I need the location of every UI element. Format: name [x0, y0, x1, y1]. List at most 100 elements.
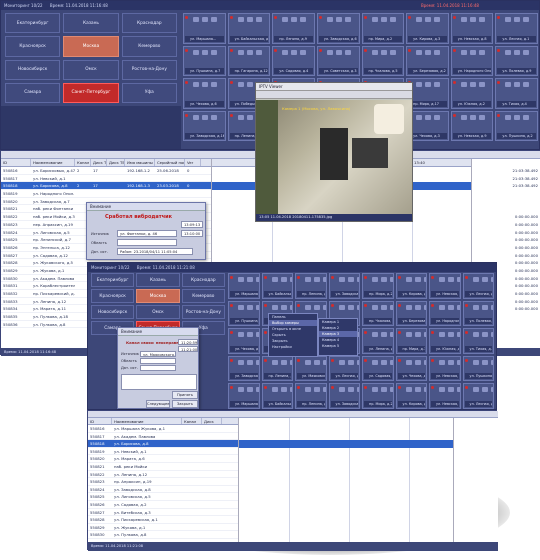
- camera-control-icon[interactable]: [439, 304, 445, 310]
- bottom-camera-tile[interactable]: ул. Лесная, д.6: [328, 355, 360, 382]
- camera-control-icon[interactable]: [457, 332, 460, 338]
- camera-control-icon[interactable]: [347, 277, 354, 282]
- camera-control-icon[interactable]: [280, 359, 287, 365]
- camera-control-icon[interactable]: [356, 304, 360, 310]
- camera-control-icon[interactable]: [390, 332, 393, 338]
- camera-control-icon[interactable]: [282, 17, 289, 22]
- camera-control-icon[interactable]: [305, 277, 311, 282]
- bottom-table-row[interactable]: 550828 ул. Пискаревская, д.1: [88, 516, 238, 524]
- submenu-item[interactable]: Камера 5: [319, 343, 357, 349]
- camera-control-icon[interactable]: [505, 114, 512, 120]
- alarm-source-field[interactable]: ул. Фонтанки, д. 46: [117, 230, 177, 237]
- top-city-button[interactable]: Москва: [63, 36, 119, 57]
- camera-control-icon[interactable]: [448, 332, 454, 338]
- camera-control-icon[interactable]: [390, 387, 393, 393]
- camera-control-icon[interactable]: [338, 387, 345, 393]
- bottom-camera-tile[interactable]: ул. Ленина, д.5: [362, 328, 394, 354]
- camera-control-icon[interactable]: [523, 17, 530, 22]
- camera-control-icon[interactable]: [338, 359, 345, 365]
- camera-control-icon[interactable]: [371, 17, 378, 22]
- camera-control-icon[interactable]: [202, 82, 208, 87]
- bottom-table-row[interactable]: 550825 ул. Лиговская, д.5: [88, 493, 238, 501]
- camera-control-icon[interactable]: [280, 277, 287, 282]
- bottom-table-row[interactable]: 550824 ул. Заводская, д.8: [88, 486, 238, 494]
- top-camera-tile[interactable]: пр. Мира, д.2: [361, 13, 405, 44]
- video-viewer-window[interactable]: IPTV Viewer Камера 1 (Москва, ул. Лавочк…: [255, 82, 413, 222]
- camera-control-icon[interactable]: [457, 359, 460, 365]
- camera-control-icon[interactable]: [405, 277, 412, 282]
- camera-control-icon[interactable]: [193, 114, 199, 120]
- bottom-camera-tile[interactable]: ул. Байкальская, д.5: [261, 383, 293, 409]
- camera-control-icon[interactable]: [271, 277, 278, 282]
- bottom-camera-tile[interactable]: ул. Березовая, д.2: [395, 300, 427, 327]
- camera-control-icon[interactable]: [469, 17, 476, 22]
- camera-control-icon[interactable]: [344, 49, 351, 55]
- top-camera-tile[interactable]: ул. Кирова, д.3: [406, 13, 449, 44]
- bottom-table-row[interactable]: 550823 пр. Апраксин, д.19: [88, 478, 238, 486]
- camera-control-icon[interactable]: [323, 304, 326, 310]
- camera-control-icon[interactable]: [405, 304, 412, 310]
- bottom-source-field[interactable]: ул. Маяковского, д.6: [140, 351, 176, 357]
- camera-control-icon[interactable]: [414, 277, 421, 282]
- camera-control-icon[interactable]: [457, 304, 460, 310]
- table-row[interactable]: 550818 ул. Борисова, д.8 2 17 192.168.1.3 23.…: [1, 182, 211, 191]
- camera-control-icon[interactable]: [347, 304, 354, 310]
- column-header[interactable]: Диск ТБ: [91, 159, 107, 166]
- camera-control-icon[interactable]: [255, 17, 262, 22]
- camera-control-icon[interactable]: [405, 332, 412, 338]
- camera-control-icon[interactable]: [347, 387, 354, 393]
- bottom-camera-tile[interactable]: ул. Пушкина, д.7: [228, 300, 260, 327]
- bottom-city-button[interactable]: Новосибирск: [91, 305, 135, 319]
- table-row[interactable]: 550816 ул. Борисковых, д.47 2 17 192.168.1.2…: [1, 167, 211, 175]
- camera-control-icon[interactable]: [238, 304, 244, 310]
- camera-control-icon[interactable]: [282, 49, 289, 55]
- bottom-camera-tile[interactable]: ул. Садовая, д.11: [362, 355, 394, 382]
- bottom-city-button[interactable]: Москва: [136, 289, 180, 303]
- camera-control-icon[interactable]: [423, 332, 427, 338]
- camera-control-icon[interactable]: [305, 387, 311, 393]
- bottom-table-row[interactable]: 550818 ул. Борисова, д.8: [88, 440, 238, 448]
- camera-control-icon[interactable]: [390, 304, 393, 310]
- top-camera-tile[interactable]: пр. Гагарина, д.12: [227, 45, 271, 76]
- camera-control-icon[interactable]: [193, 82, 199, 87]
- bottom-camera-tile[interactable]: ул. Народного Ополчения: [429, 300, 461, 327]
- camera-control-icon[interactable]: [478, 82, 485, 87]
- camera-control-icon[interactable]: [291, 17, 298, 22]
- bottom-camera-tile[interactable]: ул. Полевая, д.9: [462, 300, 494, 327]
- camera-control-icon[interactable]: [280, 304, 287, 310]
- bottom-city-button[interactable]: Казань: [136, 273, 180, 287]
- camera-control-icon[interactable]: [423, 359, 427, 365]
- camera-control-icon[interactable]: [193, 49, 199, 55]
- camera-control-icon[interactable]: [237, 114, 244, 120]
- bottom-camera-tile[interactable]: пр. Ленина, д.9: [295, 383, 327, 409]
- camera-control-icon[interactable]: [478, 17, 485, 22]
- bottom-city-button[interactable]: Ростов-на-Дону: [181, 305, 225, 319]
- camera-control-icon[interactable]: [238, 359, 244, 365]
- camera-control-icon[interactable]: [390, 359, 393, 365]
- camera-control-icon[interactable]: [425, 49, 432, 55]
- camera-control-icon[interactable]: [211, 82, 217, 87]
- camera-control-icon[interactable]: [193, 17, 199, 22]
- camera-control-icon[interactable]: [326, 49, 333, 55]
- column-header[interactable]: Наименование: [112, 418, 182, 424]
- bottom-camera-tile[interactable]: ул. Заводская, д.6: [328, 273, 360, 299]
- bottom-table-row[interactable]: 550821 наб. реки Мойки: [88, 463, 238, 471]
- camera-control-icon[interactable]: [481, 387, 488, 393]
- camera-control-icon[interactable]: [434, 17, 441, 22]
- camera-control-icon[interactable]: [256, 387, 259, 393]
- table-row[interactable]: 550819 ул. Народного Опол.: [1, 190, 211, 198]
- camera-control-icon[interactable]: [423, 277, 427, 282]
- camera-control-icon[interactable]: [457, 277, 460, 282]
- camera-control-icon[interactable]: [523, 114, 530, 120]
- bottom-camera-tile[interactable]: ул. Невская, д.9: [429, 355, 461, 382]
- camera-control-icon[interactable]: [380, 49, 387, 55]
- column-header[interactable]: Имя машины: [125, 159, 155, 166]
- camera-control-icon[interactable]: [380, 17, 387, 22]
- camera-control-icon[interactable]: [246, 82, 253, 87]
- camera-control-icon[interactable]: [381, 277, 387, 282]
- camera-control-icon[interactable]: [305, 359, 311, 365]
- camera-control-icon[interactable]: [514, 82, 521, 87]
- bottom-camera-tile[interactable]: ул. Кирова, д.3: [395, 273, 427, 299]
- bottom-camera-tile[interactable]: пр. Чкалова, д.5: [362, 300, 394, 327]
- camera-control-icon[interactable]: [247, 277, 253, 282]
